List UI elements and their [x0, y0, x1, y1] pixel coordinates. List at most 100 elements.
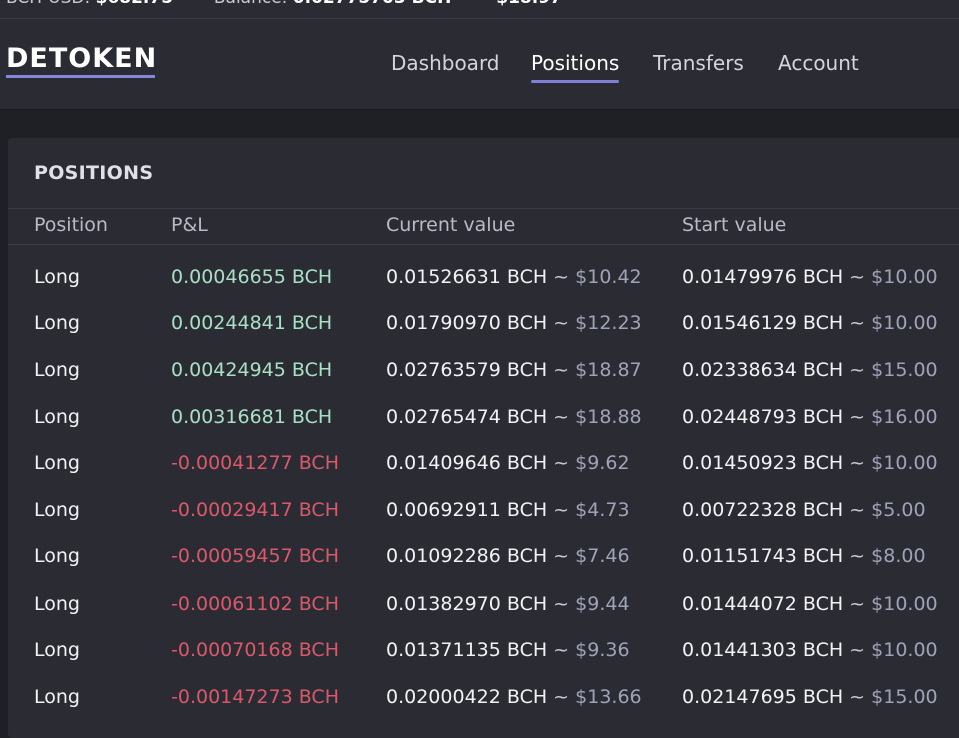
approx-sign: ~	[843, 406, 872, 428]
approx-sign: ~	[843, 359, 872, 381]
approx-sign: ~	[843, 686, 872, 708]
current-value-bch: 0.02765474 BCH	[386, 406, 548, 428]
table-row[interactable]: Long 0.00244841 BCH 0.01790970 BCH ~ $12.2…	[8, 312, 959, 342]
approx-sign: ~	[547, 593, 576, 615]
approx-sign: ~	[843, 639, 872, 661]
table-row[interactable]: Long 0.00046655 BCH 0.01526631 BCH ~ $10.4…	[8, 266, 959, 296]
start-value: 0.02448793 BCH ~ $16.00	[682, 406, 938, 428]
current-value-usd: $10.42	[575, 266, 642, 288]
table-row[interactable]: Long -0.00147273 BCH 0.02000422 BCH ~ $13.…	[8, 686, 959, 716]
start-value: 0.01444072 BCH ~ $10.00	[682, 593, 938, 615]
current-value: 0.01790970 BCH ~ $12.23	[386, 312, 642, 334]
table-row[interactable]: Long 0.00424945 BCH 0.02763579 BCH ~ $18.8…	[8, 359, 959, 389]
start-value-usd: $10.00	[871, 312, 938, 334]
positions-panel: POSITIONS Position P&L Current value Sta…	[8, 138, 959, 738]
panel-title: POSITIONS	[34, 162, 154, 184]
current-value-bch: 0.01092286 BCH	[386, 545, 548, 567]
start-value: 0.00722328 BCH ~ $5.00	[682, 499, 926, 521]
start-value-bch: 0.02448793 BCH	[682, 406, 844, 428]
start-value: 0.01450923 BCH ~ $10.00	[682, 452, 938, 474]
current-value: 0.02763579 BCH ~ $18.87	[386, 359, 642, 381]
start-value-usd: $10.00	[871, 452, 938, 474]
pnl-value: -0.00029417 BCH	[171, 499, 339, 521]
approx-sign: ~	[843, 452, 872, 474]
position-type: Long	[34, 406, 80, 428]
approx-sign: ~	[547, 406, 576, 428]
current-value: 0.01526631 BCH ~ $10.42	[386, 266, 642, 288]
current-value: 0.01092286 BCH ~ $7.46	[386, 545, 630, 567]
current-value-usd: $12.23	[575, 312, 642, 334]
approx-sign: ~	[547, 359, 576, 381]
table-row[interactable]: Long -0.00059457 BCH 0.01092286 BCH ~ $7.4…	[8, 545, 959, 575]
pnl-value: 0.00244841 BCH	[171, 312, 333, 334]
price-value: $682.75	[96, 0, 173, 8]
position-type: Long	[34, 452, 80, 474]
current-value-usd: $18.88	[575, 406, 642, 428]
status-bar: BCH-USD: $682.75 Balance: 0.02775703 BCH…	[0, 0, 959, 19]
logo-underline	[6, 75, 155, 78]
approx-sign: ~	[843, 266, 872, 288]
current-value-bch: 0.02763579 BCH	[386, 359, 548, 381]
current-value: 0.01382970 BCH ~ $9.44	[386, 593, 630, 615]
start-value-bch: 0.02338634 BCH	[682, 359, 844, 381]
table-row[interactable]: Long -0.00061102 BCH 0.01382970 BCH ~ $9.4…	[8, 593, 959, 623]
start-value-usd: $16.00	[871, 406, 938, 428]
current-value: 0.02000422 BCH ~ $13.66	[386, 686, 642, 708]
position-type: Long	[34, 593, 80, 615]
price-label: BCH-USD:	[6, 0, 90, 8]
pnl-value: -0.00059457 BCH	[171, 545, 339, 567]
approx-sign: ~	[547, 312, 576, 334]
current-value-usd: $9.36	[575, 639, 630, 661]
pnl-value: -0.00070168 BCH	[171, 639, 339, 661]
detoken-logo[interactable]: DETOKEN	[6, 45, 157, 73]
position-type: Long	[34, 639, 80, 661]
start-value-bch: 0.01479976 BCH	[682, 266, 844, 288]
nav-positions[interactable]: Positions	[531, 51, 620, 83]
nav-transfers[interactable]: Transfers	[653, 51, 744, 75]
current-value-bch: 0.00692911 BCH	[386, 499, 548, 521]
pnl-value: 0.00316681 BCH	[171, 406, 333, 428]
position-type: Long	[34, 686, 80, 708]
start-value-bch: 0.01444072 BCH	[682, 593, 844, 615]
current-value-bch: 0.02000422 BCH	[386, 686, 548, 708]
pnl-value: 0.00046655 BCH	[171, 266, 333, 288]
table-row[interactable]: Long -0.00041277 BCH 0.01409646 BCH ~ $9.6…	[8, 452, 959, 482]
current-value: 0.01371135 BCH ~ $9.36	[386, 639, 630, 661]
start-value: 0.02338634 BCH ~ $15.00	[682, 359, 938, 381]
approx-sign: ~	[547, 266, 576, 288]
position-type: Long	[34, 545, 80, 567]
start-value-usd: $5.00	[871, 499, 926, 521]
app-header: DETOKEN Dashboard Positions Transfers Ac…	[0, 19, 959, 110]
start-value: 0.01441303 BCH ~ $10.00	[682, 639, 938, 661]
current-value-usd: $9.62	[575, 452, 630, 474]
start-value-bch: 0.01450923 BCH	[682, 452, 844, 474]
start-value-bch: 0.00722328 BCH	[682, 499, 844, 521]
start-value-bch: 0.01151743 BCH	[682, 545, 844, 567]
start-value-usd: $8.00	[871, 545, 926, 567]
current-value-bch: 0.01526631 BCH	[386, 266, 548, 288]
start-value-usd: $15.00	[871, 359, 938, 381]
table-row[interactable]: Long -0.00029417 BCH 0.00692911 BCH ~ $4.7…	[8, 499, 959, 529]
nav-dashboard[interactable]: Dashboard	[391, 51, 500, 75]
start-value-bch: 0.01546129 BCH	[682, 312, 844, 334]
table-row[interactable]: Long 0.00316681 BCH 0.02765474 BCH ~ $18.8…	[8, 406, 959, 436]
current-value-usd: $7.46	[575, 545, 630, 567]
balance-label: Balance:	[214, 0, 288, 8]
nav-account[interactable]: Account	[778, 51, 859, 75]
approx-sign: ~	[843, 545, 872, 567]
column-header-current-value: Current value	[386, 214, 516, 236]
approx-sign: ~	[843, 499, 872, 521]
position-type: Long	[34, 312, 80, 334]
current-value-bch: 0.01371135 BCH	[386, 639, 548, 661]
start-value: 0.01546129 BCH ~ $10.00	[682, 312, 938, 334]
start-value-usd: $10.00	[871, 639, 938, 661]
pnl-value: -0.00147273 BCH	[171, 686, 339, 708]
start-value-usd: $15.00	[871, 686, 938, 708]
start-value-bch: 0.01441303 BCH	[682, 639, 844, 661]
approx-sign: ~	[547, 639, 576, 661]
table-row[interactable]: Long -0.00070168 BCH 0.01371135 BCH ~ $9.3…	[8, 639, 959, 669]
current-value-usd: $13.66	[575, 686, 642, 708]
balance-usd: ~ $18.97	[476, 0, 562, 8]
pnl-value: -0.00041277 BCH	[171, 452, 339, 474]
current-value-bch: 0.01382970 BCH	[386, 593, 548, 615]
